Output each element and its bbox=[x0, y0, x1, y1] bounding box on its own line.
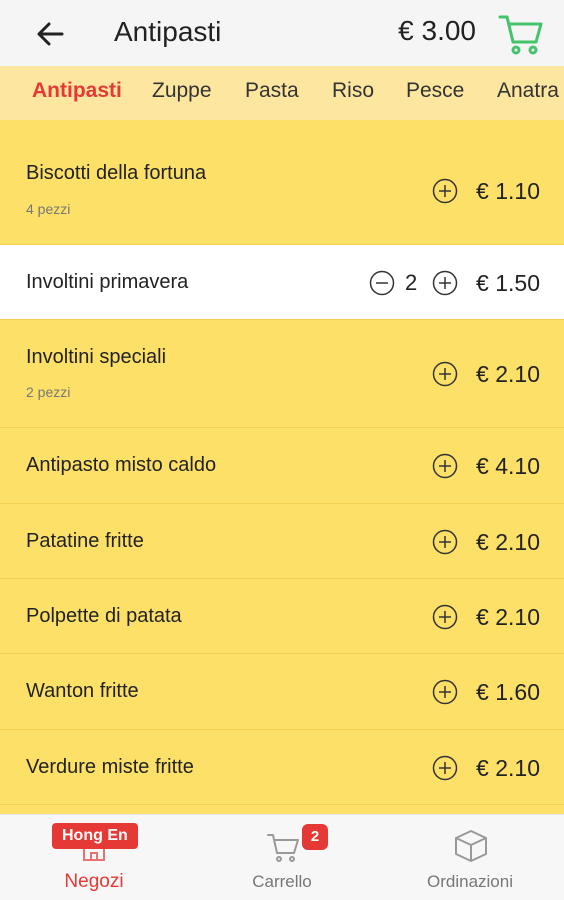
item-price: € 2.10 bbox=[476, 529, 540, 555]
item-price: € 1.50 bbox=[476, 270, 540, 296]
nav-label: Carrello bbox=[252, 872, 312, 891]
add-icon[interactable] bbox=[432, 178, 458, 204]
shopping-cart-icon[interactable] bbox=[498, 11, 544, 57]
app-bar: Antipasti € 3.00 bbox=[0, 0, 564, 66]
menu-item[interactable]: Involtini primavera 2 € 1.50 bbox=[0, 245, 564, 320]
add-icon[interactable] bbox=[432, 361, 458, 387]
item-pieces: 2 pezzi bbox=[26, 384, 71, 400]
nav-label: Negozi bbox=[64, 871, 124, 892]
item-quantity: 2 bbox=[405, 270, 418, 295]
item-price: € 2.10 bbox=[476, 755, 540, 781]
category-tabs: Antipasti Zuppe Pasta Riso Pesce Anatra bbox=[0, 66, 564, 120]
cart-icon bbox=[267, 834, 299, 862]
add-icon[interactable] bbox=[432, 679, 458, 705]
box-icon bbox=[455, 830, 487, 862]
item-price: € 1.60 bbox=[476, 679, 540, 705]
add-icon[interactable] bbox=[432, 604, 458, 630]
item-price: € 2.10 bbox=[476, 604, 540, 630]
tab-zuppe[interactable]: Zuppe bbox=[152, 79, 212, 103]
item-name: Biscotti della fortuna bbox=[26, 162, 207, 184]
menu-item[interactable]: Antipasto misto caldo € 4.10 bbox=[0, 428, 564, 504]
item-price: € 1.10 bbox=[476, 178, 540, 204]
menu-list: Biscotti della fortuna 4 pezzi € 1.10 In… bbox=[0, 120, 564, 814]
item-price: € 2.10 bbox=[476, 361, 540, 387]
cart-total: € 3.00 bbox=[398, 15, 476, 46]
item-name: Wanton fritte bbox=[26, 680, 139, 702]
menu-item[interactable]: Verdure miste fritte € 2.10 bbox=[0, 730, 564, 805]
item-name: Polpette di patata bbox=[26, 605, 182, 627]
menu-item[interactable]: Patatine fritte € 2.10 bbox=[0, 504, 564, 579]
remove-icon[interactable] bbox=[369, 270, 395, 296]
page-title: Antipasti bbox=[114, 16, 222, 47]
tab-pesce[interactable]: Pesce bbox=[406, 79, 464, 103]
tab-pasta[interactable]: Pasta bbox=[245, 79, 299, 103]
bottom-navigation: Hong En Negozi 2 Carrello Ordinazioni bbox=[0, 814, 564, 900]
add-icon[interactable] bbox=[432, 755, 458, 781]
tab-anatra[interactable]: Anatra bbox=[497, 79, 559, 103]
nav-label: Ordinazioni bbox=[427, 872, 513, 891]
nav-shops[interactable]: Hong En Negozi bbox=[0, 815, 188, 900]
item-name: Involtini primavera bbox=[26, 271, 189, 293]
item-name: Antipasto misto caldo bbox=[26, 454, 217, 476]
menu-item[interactable]: Polpette di patata € 2.10 bbox=[0, 579, 564, 654]
menu-item[interactable]: Biscotti della fortuna 4 pezzi € 1.10 bbox=[0, 120, 564, 245]
item-name: Patatine fritte bbox=[26, 530, 144, 552]
add-icon[interactable] bbox=[432, 270, 458, 296]
add-icon[interactable] bbox=[432, 453, 458, 479]
item-price: € 4.10 bbox=[476, 453, 540, 479]
nav-cart[interactable]: 2 Carrello bbox=[188, 815, 376, 900]
back-arrow-icon[interactable] bbox=[34, 18, 66, 50]
item-name: Involtini speciali bbox=[26, 346, 167, 368]
item-name: Verdure miste fritte bbox=[26, 756, 194, 778]
store-badge: Hong En bbox=[52, 823, 138, 849]
tab-antipasti[interactable]: Antipasti bbox=[32, 79, 122, 103]
menu-item[interactable]: Involtini speciali 2 pezzi € 2.10 bbox=[0, 320, 564, 428]
item-pieces: 4 pezzi bbox=[26, 201, 71, 217]
nav-orders[interactable]: Ordinazioni bbox=[376, 815, 564, 900]
cart-count-badge: 2 bbox=[302, 824, 328, 850]
add-icon[interactable] bbox=[432, 529, 458, 555]
menu-item[interactable]: Wanton fritte € 1.60 bbox=[0, 654, 564, 730]
tab-riso[interactable]: Riso bbox=[332, 79, 374, 103]
